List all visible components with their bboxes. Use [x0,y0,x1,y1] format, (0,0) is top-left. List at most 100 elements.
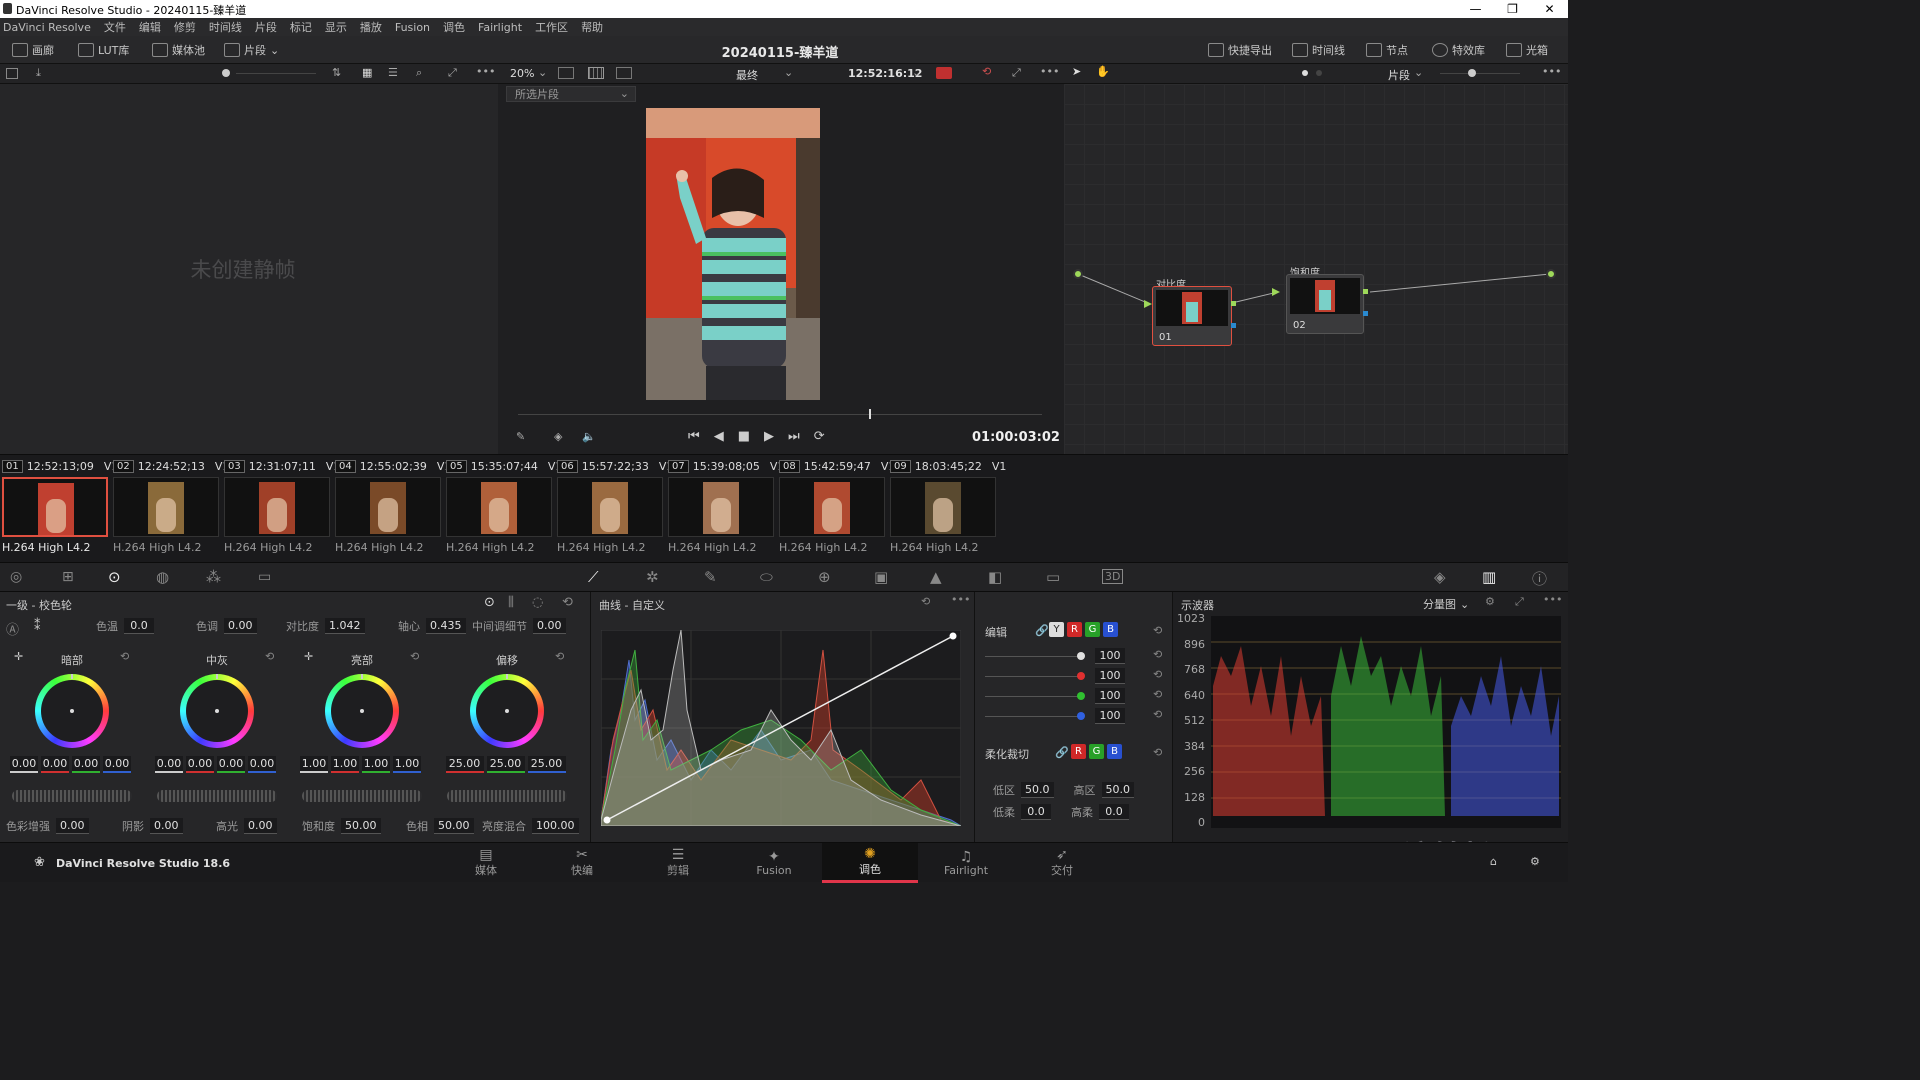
close-button[interactable]: ✕ [1531,0,1568,18]
thumb-size-slider-handle[interactable] [222,69,230,77]
page-tab-fusion[interactable]: ✦ Fusion [726,843,822,883]
intensity-value[interactable]: 100 [1095,668,1125,684]
fx-library-button[interactable]: 特效库 [1432,42,1485,58]
reverse-play-icon[interactable]: ◀ [714,429,724,444]
settings-icon[interactable]: ⚙ [1530,855,1540,868]
blur-icon[interactable]: ▲ [930,568,942,586]
link-icon[interactable]: 🔗 [1055,746,1069,759]
scope-settings-icon[interactable]: ⚙ [1485,595,1495,608]
primary-bottom-value[interactable]: 50.00 [341,818,381,834]
clips-button[interactable]: 片段 ⌄ [224,42,279,58]
more-icon[interactable]: ••• [1542,65,1561,78]
wheel-master-slider[interactable] [302,790,422,802]
color-wheels-icon[interactable]: ⊙ [108,568,121,586]
high-value[interactable]: 50.0 [1101,782,1134,798]
menu-edit[interactable]: 编辑 [139,19,161,35]
nodes-toggle-button[interactable]: 节点 [1366,42,1408,58]
channel-g-toggle[interactable]: G [1085,622,1100,637]
color-warper-icon[interactable]: ✲ [646,568,659,586]
channel-r-toggle[interactable]: R [1067,622,1082,637]
clip-item[interactable]: 01 12:52:13;09 V1 H.264 High L4.2 [2,457,118,554]
clip-item[interactable]: 02 12:24:52;13 V1 H.264 High L4.2 [113,457,229,554]
menu-clip[interactable]: 片段 [255,19,277,35]
more-icon[interactable]: ••• [951,593,970,606]
menu-view[interactable]: 显示 [325,19,347,35]
wheel-value[interactable]: 0.00 [186,756,214,773]
clip-item[interactable]: 09 18:03:45;22 V1 H.264 High L4.2 [890,457,1006,554]
dropper-icon[interactable]: ✎ [516,430,525,443]
intensity-track[interactable] [985,696,1081,697]
hdr-monitor-icon[interactable] [936,67,952,79]
clip-item[interactable]: 04 12:55:02;39 V1 H.264 High L4.2 [335,457,451,554]
menu-color[interactable]: 调色 [443,19,465,35]
page-tab-media[interactable]: ▤ 媒体 [438,843,534,883]
wheel-center-handle[interactable] [70,709,74,713]
first-frame-icon[interactable]: ⏮ [688,429,700,444]
intensity-track[interactable] [985,656,1081,657]
menu-fusion[interactable]: Fusion [395,21,430,34]
more-icon[interactable]: ••• [476,65,495,78]
fullscreen-icon[interactable]: ⤢ [1012,66,1021,80]
volume-icon[interactable]: 🔈 [582,430,596,443]
crosshair-icon[interactable]: ✛ [304,650,313,663]
playhead-track[interactable] [518,414,1042,415]
menu-file[interactable]: 文件 [104,19,126,35]
color-wheel-gain[interactable] [325,674,399,748]
intensity-handle[interactable] [1077,692,1085,700]
reset-icon[interactable]: ⟲ [1153,648,1162,661]
node-output[interactable] [1546,269,1556,279]
list-view-icon[interactable]: ☰ [388,66,398,79]
wheel-value[interactable]: 1.00 [300,756,328,773]
playhead[interactable] [869,409,872,419]
page-tab-cut[interactable]: ✂ 快编 [534,843,630,883]
more-icon[interactable]: ••• [1040,65,1059,78]
reset-icon[interactable]: ⟲ [1153,668,1162,681]
reset-icon[interactable]: ⟲ [1153,746,1162,759]
curves-icon[interactable]: ⟋ [588,568,599,586]
wheel-center-handle[interactable] [215,709,219,713]
primary-bottom-value[interactable]: 50.00 [434,818,474,834]
soft-g-toggle[interactable]: G [1089,744,1104,759]
wheel-master-slider[interactable] [12,790,132,802]
gallery-button[interactable]: 画廊 [12,42,54,58]
crosshair-icon[interactable]: ✛ [14,650,23,663]
media-pool-button[interactable]: 媒体池 [152,42,205,58]
primary-adjust-value[interactable]: 1.042 [325,618,365,634]
low-value[interactable]: 50.0 [1021,782,1054,798]
reset-icon[interactable]: ⟲ [410,650,419,663]
clip-thumbnail[interactable] [113,477,219,537]
hand-tool-icon[interactable]: ✋ [1096,65,1110,78]
node-02[interactable]: 02 [1286,274,1368,334]
play-icon[interactable]: ▶ [764,429,774,444]
import-icon[interactable]: ⤓ [36,66,41,80]
node-01-rgb-output[interactable] [1231,301,1236,306]
wheel-value[interactable]: 0.00 [103,756,131,773]
viewer-mode-select[interactable]: 最终 [736,67,758,83]
quick-export-button[interactable]: 快捷导出 [1208,42,1272,58]
log-mode-icon[interactable]: ◌ [532,595,543,610]
clip-thumbnail[interactable] [2,477,108,537]
wheel-value[interactable]: 0.00 [248,756,276,773]
clip-item[interactable]: 06 15:57:22;33 V1 H.264 High L4.2 [557,457,673,554]
wheel-master-slider[interactable] [157,790,277,802]
node-mode-select[interactable]: 片段 [1388,67,1410,83]
menu-davinci[interactable]: DaVinci Resolve [3,21,91,34]
layers-icon[interactable]: ◈ [554,430,562,443]
intensity-track[interactable] [985,676,1081,677]
intensity-handle[interactable] [1077,712,1085,720]
page-tab-fairlight[interactable]: ♫ Fairlight [918,843,1014,883]
reset-icon[interactable]: ⟲ [1153,708,1162,721]
wheel-value[interactable]: 0.00 [155,756,183,773]
lut-button[interactable]: LUT库 [78,42,129,58]
primary-bottom-value[interactable]: 0.00 [56,818,89,834]
low-soft-value[interactable]: 0.0 [1021,804,1051,820]
intensity-value[interactable]: 100 [1095,688,1125,704]
menu-trim[interactable]: 修剪 [174,19,196,35]
auto-balance-icon[interactable]: Ⓐ [6,619,19,638]
reset-icon[interactable]: ⟲ [120,650,129,663]
primary-adjust-value[interactable]: 0.0 [124,618,154,634]
node-input-source[interactable] [1073,269,1083,279]
qualifier-icon[interactable]: ✎ [704,568,717,586]
soft-b-toggle[interactable]: B [1107,744,1122,759]
wheel-value[interactable]: 0.00 [217,756,245,773]
